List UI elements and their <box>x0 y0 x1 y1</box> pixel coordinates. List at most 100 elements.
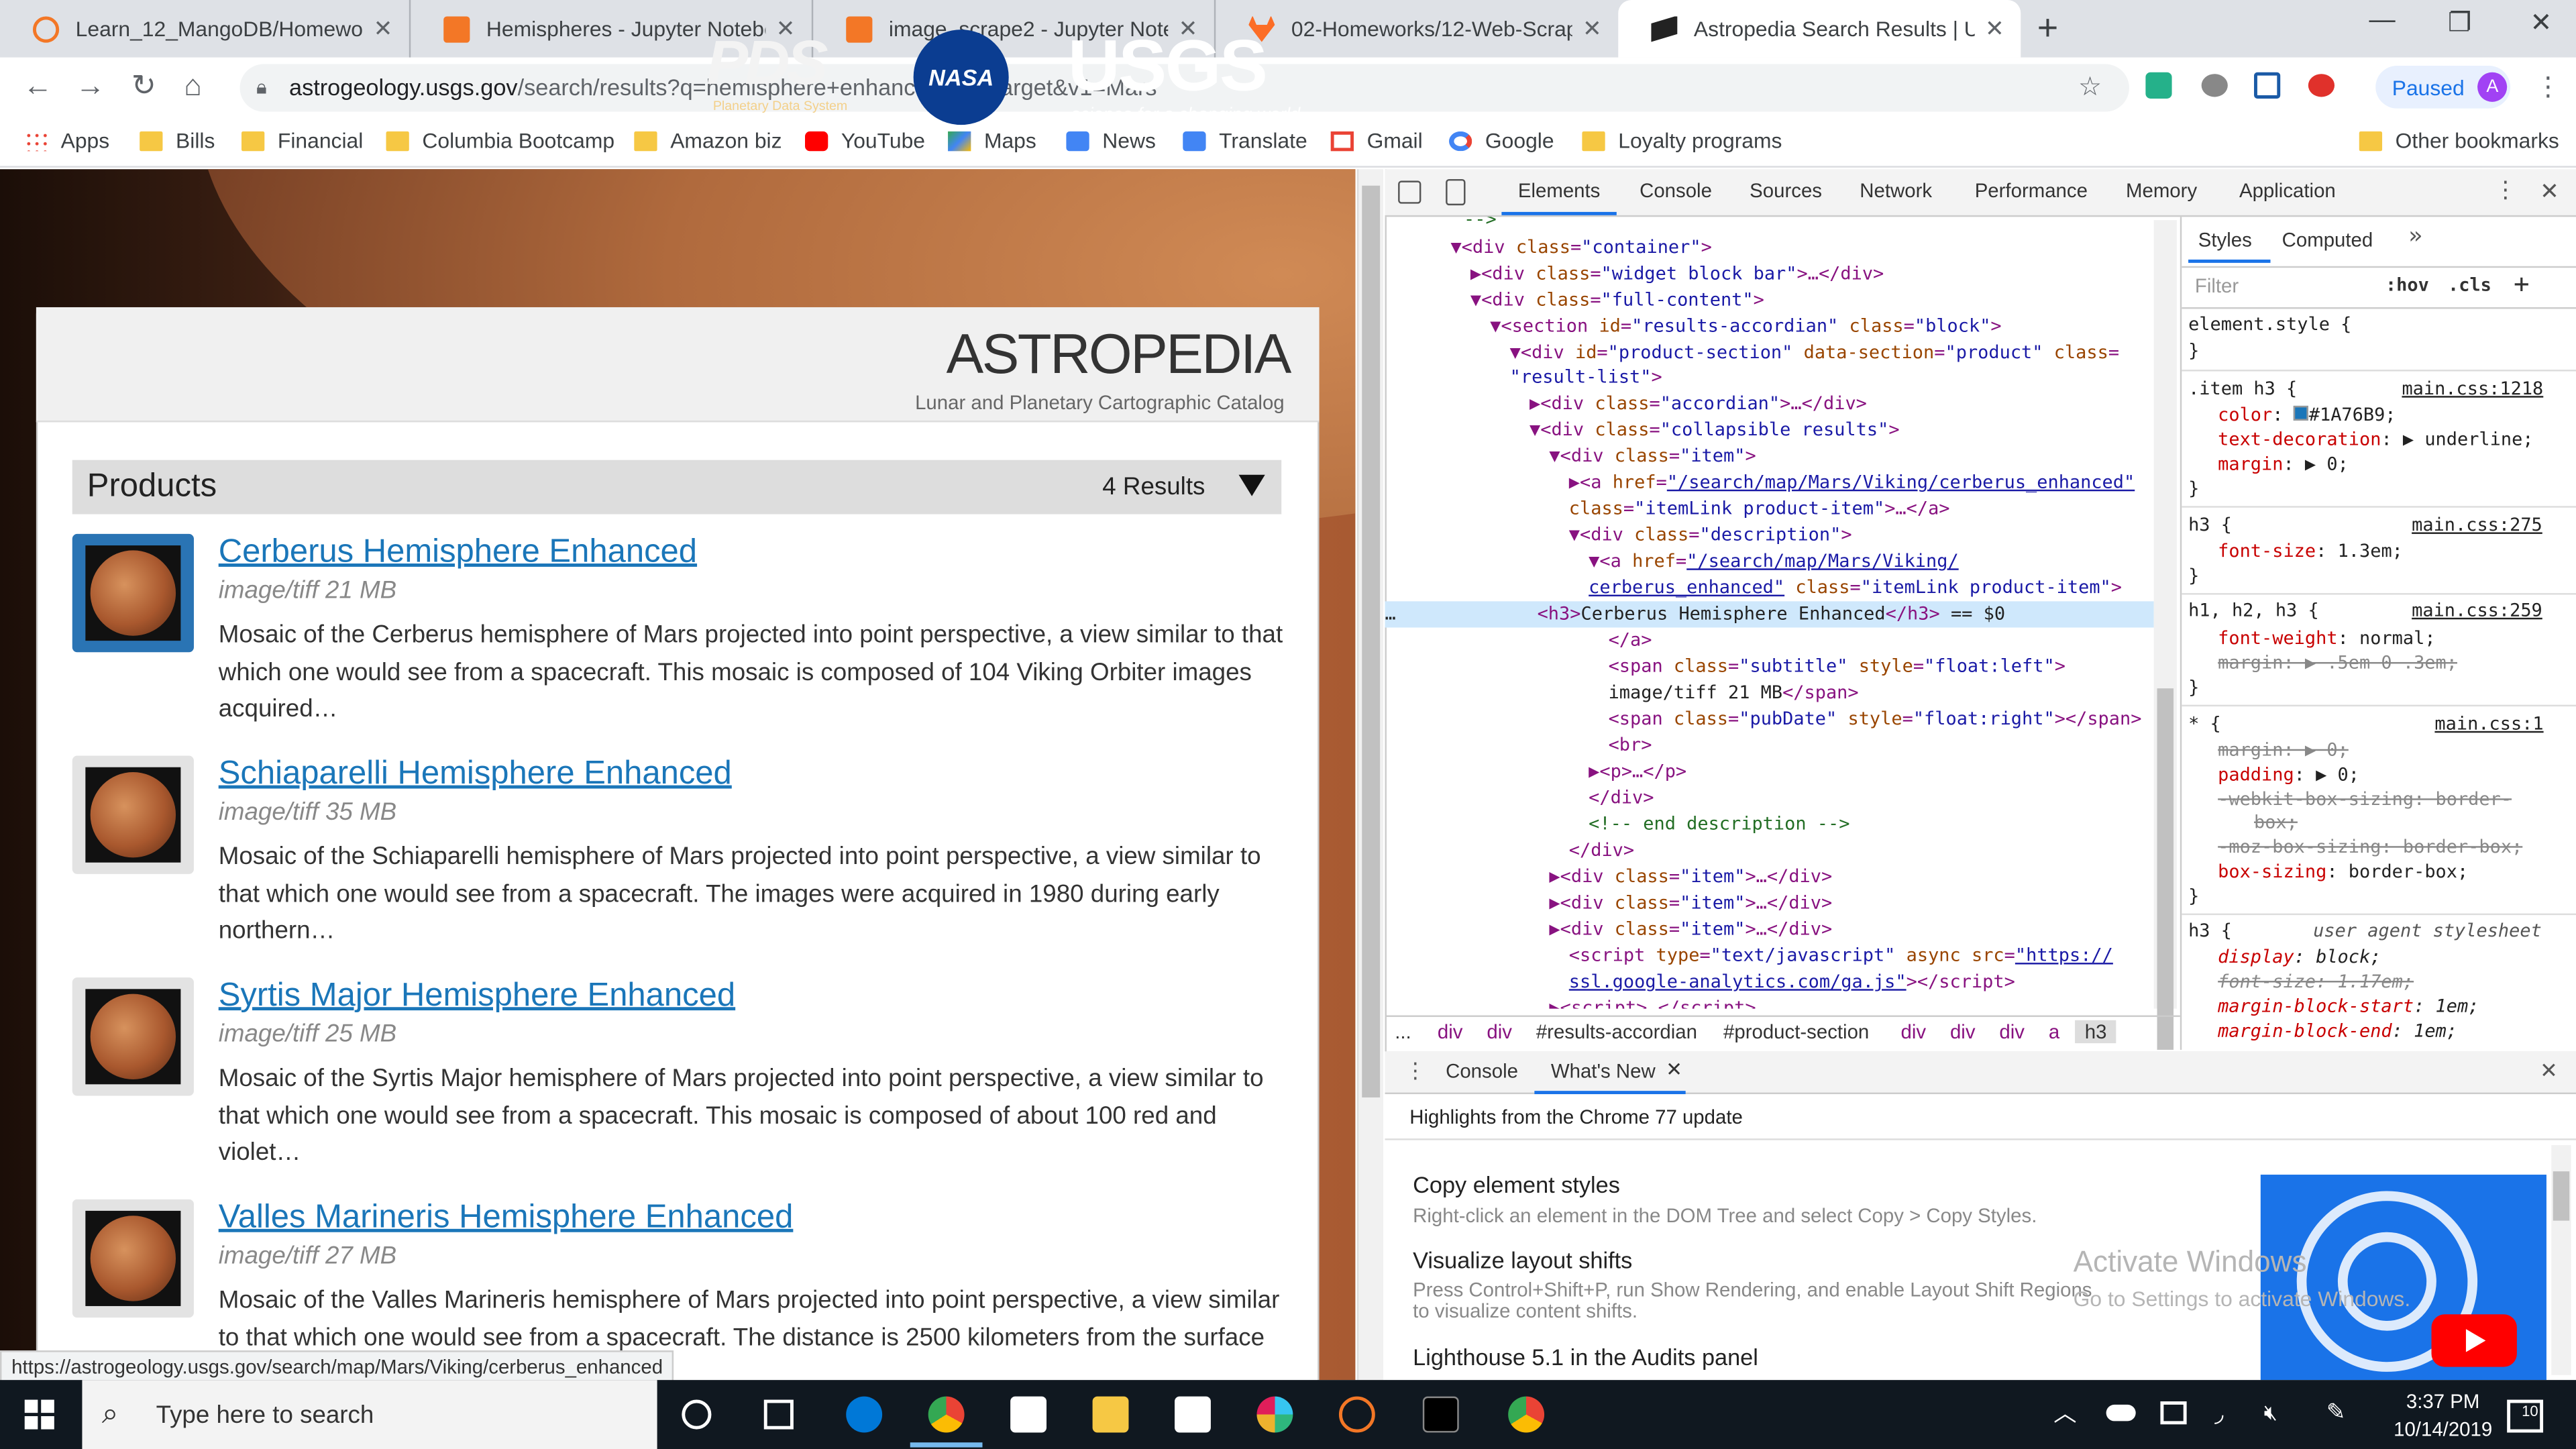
drawer-scrollbar[interactable] <box>2551 1144 2571 1375</box>
jupyter-icon[interactable] <box>1338 1396 1375 1433</box>
breadcrumb-item[interactable]: a <box>2049 1020 2059 1043</box>
tab-elements[interactable]: Elements <box>1518 179 1601 202</box>
breadcrumb-item[interactable]: div <box>1950 1020 1976 1043</box>
tab-sources[interactable]: Sources <box>1750 179 1822 202</box>
extension-icon[interactable] <box>2201 74 2228 97</box>
lock-icon[interactable]: 🔒︎ <box>256 76 267 101</box>
edge-icon[interactable] <box>846 1396 883 1433</box>
usgs-logo[interactable]: USGS <box>1068 26 1268 108</box>
bookmark-folder[interactable]: Loyalty programs <box>1582 128 1782 153</box>
bookmark-apps[interactable]: Apps <box>24 128 109 153</box>
other-bookmarks[interactable]: Other bookmarks <box>2359 128 2559 153</box>
new-tab-icon[interactable]: + <box>2037 7 2058 50</box>
bookmark-google[interactable]: Google <box>1449 128 1554 153</box>
pds-logo[interactable]: PDS <box>706 30 828 100</box>
forward-icon[interactable]: → <box>76 69 105 103</box>
browser-tab-active[interactable]: Astropedia Search Results | USGS ✕ <box>1618 0 2021 58</box>
tab-performance[interactable]: Performance <box>1975 179 2088 202</box>
collapse-arrow-icon[interactable] <box>1238 474 1265 496</box>
back-icon[interactable]: ← <box>23 69 52 103</box>
close-icon[interactable]: ✕ <box>1582 15 1602 43</box>
star-icon[interactable]: ☆ <box>2078 70 2102 103</box>
home-icon[interactable]: ⌂ <box>184 69 202 103</box>
product-thumbnail[interactable] <box>72 533 194 653</box>
mail-icon[interactable] <box>1010 1396 1047 1433</box>
product-title-link[interactable]: Schiaparelli Hemisphere Enhanced <box>219 756 732 794</box>
breadcrumb-item[interactable]: div <box>1438 1020 1463 1043</box>
product-title-link[interactable]: Syrtis Major Hemisphere Enhanced <box>219 977 735 1015</box>
extension-icon[interactable] <box>2145 72 2172 99</box>
maximize-icon[interactable]: ❐ <box>2448 7 2471 40</box>
browser-tab[interactable]: Learn_12_MangoDB/Homework/ ✕ <box>0 0 411 58</box>
drawer-tab-console[interactable]: Console <box>1446 1060 1518 1083</box>
pen-icon[interactable]: ✎ <box>2326 1398 2346 1426</box>
whats-new-item-title[interactable]: Lighthouse 5.1 in the Audits panel <box>1413 1344 1758 1370</box>
bookmark-folder[interactable]: Columbia Bootcamp <box>386 128 614 153</box>
breadcrumb-item[interactable]: ... <box>1395 1020 1411 1043</box>
volume-muted-icon[interactable]: 🔇︎ <box>2264 1400 2277 1426</box>
terminal-icon[interactable] <box>1422 1396 1459 1433</box>
onedrive-icon[interactable] <box>2106 1404 2136 1421</box>
page-scrollbar[interactable] <box>1356 169 1384 1381</box>
hov-toggle[interactable]: :hov <box>2385 274 2429 296</box>
close-window-icon[interactable]: ✕ <box>2530 7 2552 40</box>
add-rule-icon[interactable]: + <box>2514 268 2530 299</box>
product-thumbnail[interactable] <box>72 1199 194 1318</box>
devtools-menu-icon[interactable]: ⋮ <box>2494 176 2517 204</box>
astropedia-logo[interactable]: ASTROPEDIA <box>947 323 1292 388</box>
chrome-icon[interactable] <box>1508 1396 1545 1433</box>
slack-icon[interactable] <box>1256 1396 1293 1433</box>
drawer-tab-whats-new[interactable]: What's New <box>1551 1060 1656 1083</box>
dom-tree[interactable]: --> ▼<div class="container"> ▶<div class… <box>1385 217 2180 1008</box>
styles-filter-input[interactable]: Filter <box>2195 274 2239 297</box>
tab-network[interactable]: Network <box>1860 179 1932 202</box>
nasa-logo[interactable]: NASA <box>913 30 1009 125</box>
chevron-right-icon[interactable]: » <box>2408 223 2422 250</box>
tab-application[interactable]: Application <box>2239 179 2336 202</box>
tab-console[interactable]: Console <box>1640 179 1712 202</box>
close-icon[interactable]: ✕ <box>2540 177 2559 205</box>
taskbar-clock[interactable]: 3:37 PM 10/14/2019 <box>2385 1388 2500 1444</box>
cls-toggle[interactable]: .cls <box>2448 274 2491 296</box>
breadcrumb-item[interactable]: div <box>1487 1020 1512 1043</box>
chevron-up-icon[interactable]: ︿ <box>2053 1397 2076 1430</box>
close-icon[interactable]: ✕ <box>1985 15 2004 43</box>
breadcrumb-item[interactable]: #product-section <box>1723 1020 1869 1043</box>
profile-button[interactable]: Paused A <box>2375 65 2511 109</box>
breadcrumb-item[interactable]: div <box>1999 1020 2025 1043</box>
youtube-play-icon[interactable] <box>2431 1314 2517 1367</box>
chrome-icon[interactable] <box>928 1396 965 1433</box>
tab-memory[interactable]: Memory <box>2126 179 2197 202</box>
wifi-icon[interactable]: ◞ <box>2214 1400 2223 1428</box>
store-icon[interactable] <box>1175 1396 1211 1433</box>
inspect-icon[interactable] <box>1398 180 1421 204</box>
battery-icon[interactable] <box>2160 1401 2187 1425</box>
menu-icon[interactable]: ⋮ <box>2535 70 2561 103</box>
extension-icon[interactable] <box>2308 74 2335 97</box>
dom-scrollbar[interactable] <box>2153 220 2177 1050</box>
product-thumbnail[interactable] <box>72 977 194 1096</box>
close-drawer-icon[interactable]: ✕ <box>2540 1058 2558 1084</box>
bookmark-folder[interactable]: Bills <box>140 128 215 153</box>
breadcrumb-item-active[interactable]: h3 <box>2075 1020 2117 1044</box>
whats-new-item-title[interactable]: Copy element styles <box>1413 1171 1620 1197</box>
breadcrumb-item[interactable]: div <box>1900 1020 1926 1043</box>
device-toggle-icon[interactable] <box>1446 178 1466 206</box>
product-title-link[interactable]: Cerberus Hemisphere Enhanced <box>219 534 697 572</box>
breadcrumb-item[interactable]: #results-accordian <box>1536 1020 1697 1043</box>
close-icon[interactable]: ✕ <box>1666 1058 1682 1081</box>
drawer-menu-icon[interactable]: ⋮ <box>1405 1058 1426 1084</box>
product-title-link[interactable]: Valles Marineris Hemisphere Enhanced <box>219 1199 794 1237</box>
notifications-icon[interactable]: 10 <box>2507 1399 2544 1433</box>
minimize-icon[interactable]: — <box>2369 7 2395 36</box>
scrollbar-thumb[interactable] <box>2157 688 2174 1050</box>
windows-start-icon[interactable] <box>24 1399 54 1430</box>
cortana-icon[interactable] <box>682 1399 712 1430</box>
product-thumbnail[interactable] <box>72 755 194 874</box>
file-explorer-icon[interactable] <box>1092 1396 1129 1433</box>
tab-computed[interactable]: Computed <box>2282 228 2373 251</box>
whats-new-item-title[interactable]: Visualize layout shifts <box>1413 1247 1632 1273</box>
bookmark-folder[interactable]: Financial <box>241 128 363 153</box>
close-icon[interactable]: ✕ <box>374 15 393 43</box>
reload-icon[interactable]: ↻ <box>131 69 156 103</box>
